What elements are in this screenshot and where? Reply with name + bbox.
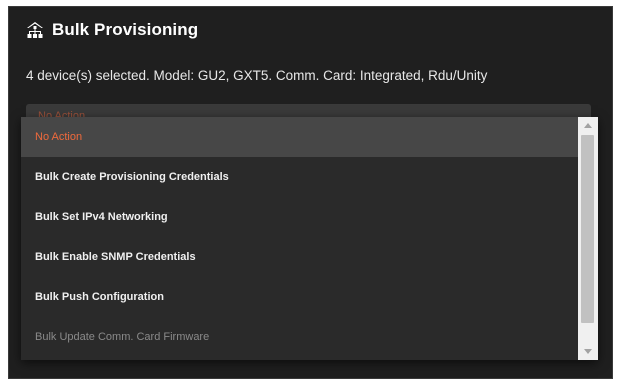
dropdown-scrollbar[interactable] <box>578 117 598 360</box>
panel-header: Bulk Provisioning <box>26 18 198 42</box>
page-title: Bulk Provisioning <box>52 20 199 39</box>
scrollbar-thumb[interactable] <box>581 135 594 323</box>
option-bulk-set-ipv4-networking[interactable]: Bulk Set IPv4 Networking <box>21 197 578 237</box>
action-dropdown-list: No Action Bulk Create Provisioning Crede… <box>21 117 598 360</box>
selection-summary: 4 device(s) selected. Model: GU2, GXT5. … <box>26 68 488 83</box>
scroll-down-arrow-icon[interactable] <box>578 343 598 360</box>
option-bulk-enable-snmp-credentials[interactable]: Bulk Enable SNMP Credentials <box>21 237 578 277</box>
option-bulk-update-comm-card-firmware: Bulk Update Comm. Card Firmware <box>35 331 210 343</box>
option-bulk-create-provisioning-credentials[interactable]: Bulk Create Provisioning Credentials <box>21 157 578 197</box>
network-devices-icon <box>26 21 44 39</box>
scroll-up-arrow-icon[interactable] <box>578 117 598 134</box>
option-bulk-push-configuration[interactable]: Bulk Push Configuration <box>21 277 578 317</box>
bulk-provisioning-panel: Bulk Provisioning 4 device(s) selected. … <box>8 6 613 379</box>
option-no-action[interactable]: No Action <box>21 117 578 157</box>
